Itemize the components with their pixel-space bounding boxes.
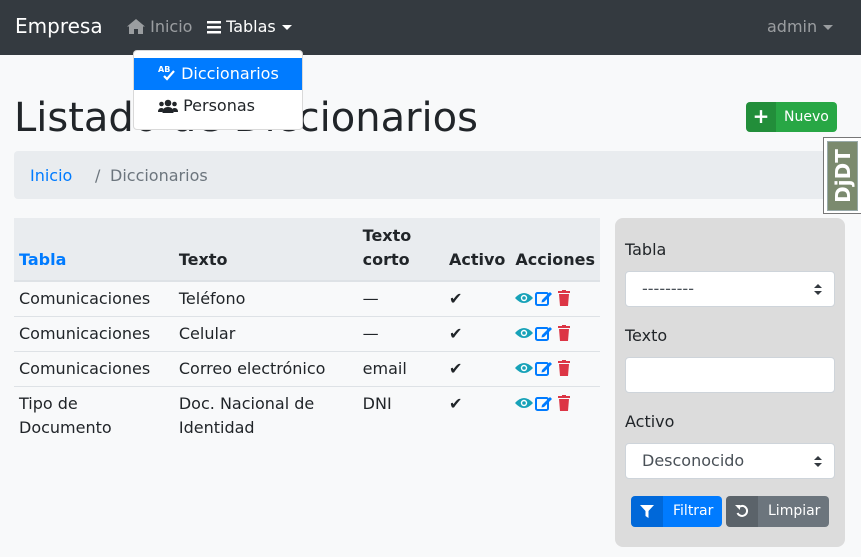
- cell-texto: Teléfono: [173, 280, 358, 317]
- filter-button-label: Filtrar: [673, 503, 714, 519]
- home-icon: [127, 19, 145, 34]
- filter-activo-value: Desconocido: [642, 451, 745, 470]
- filter-icon: [640, 505, 654, 518]
- filter-texto-input[interactable]: [625, 357, 835, 393]
- users-icon: [158, 99, 178, 113]
- cell-texto-corto: —: [357, 316, 444, 352]
- spell-check-icon: AB: [158, 65, 175, 81]
- table-row: Comunicaciones Celular — ✔: [14, 316, 600, 352]
- table-row: Tipo de Documento Doc. Nacional de Ident…: [14, 386, 600, 445]
- cell-acciones: [510, 280, 600, 317]
- bars-icon: [207, 21, 221, 34]
- dropdown-item-label: Diccionarios: [181, 64, 279, 83]
- debug-toolbar-handle[interactable]: DjDT: [823, 137, 861, 214]
- plus-icon: +: [746, 102, 776, 132]
- debug-toolbar-label: DjDT: [831, 149, 855, 203]
- undo-icon: [735, 504, 749, 517]
- edit-icon[interactable]: [535, 325, 553, 341]
- view-icon[interactable]: [515, 360, 534, 376]
- filter-activo-label: Activo: [625, 412, 675, 431]
- filter-button[interactable]: Filtrar: [631, 496, 722, 527]
- delete-icon[interactable]: [555, 325, 573, 341]
- breadcrumb-separator: /: [95, 166, 101, 185]
- cell-acciones: [510, 316, 600, 352]
- dictionary-table: Tabla Texto Texto corto Activo Acciones …: [14, 218, 600, 445]
- dropdown-item-label: Personas: [183, 96, 255, 115]
- filter-tabla-label: Tabla: [625, 240, 667, 259]
- nav-inicio-label: Inicio: [150, 17, 193, 36]
- nav-inicio[interactable]: Inicio: [127, 17, 192, 36]
- column-header-texto: Texto: [173, 218, 358, 282]
- breadcrumb-home[interactable]: Inicio: [30, 166, 72, 185]
- user-menu[interactable]: admin: [767, 17, 834, 36]
- cell-activo: ✔: [443, 351, 511, 387]
- new-button[interactable]: + Nuevo: [746, 102, 837, 132]
- cell-acciones: [510, 386, 600, 445]
- clear-button-label: Limpiar: [768, 503, 821, 519]
- caret-down-icon: [823, 25, 834, 30]
- nav-tablas-label: Tablas: [226, 17, 276, 36]
- filter-icon-box: [631, 496, 663, 527]
- cell-activo: ✔: [443, 386, 511, 445]
- view-icon[interactable]: [515, 395, 534, 411]
- navbar: Empresa Inicio Tablas admin: [0, 0, 861, 55]
- tablas-dropdown-menu: AB Diccionarios Personas: [133, 50, 303, 130]
- view-icon[interactable]: [515, 290, 534, 306]
- delete-icon[interactable]: [555, 290, 573, 306]
- filter-panel: Tabla --------- Texto Activo Desconocido…: [615, 218, 845, 547]
- edit-icon[interactable]: [535, 395, 553, 411]
- user-name: admin: [767, 17, 818, 36]
- clear-button[interactable]: Limpiar: [726, 496, 829, 527]
- table-header-row: Tabla Texto Texto corto Activo Acciones: [14, 218, 600, 282]
- cell-activo: ✔: [443, 280, 511, 317]
- column-header-texto-corto: Texto corto: [357, 218, 444, 282]
- undo-icon-box: [726, 496, 758, 527]
- brand-link[interactable]: Empresa: [15, 14, 103, 38]
- breadcrumb: Inicio / Diccionarios: [14, 151, 836, 199]
- filter-texto-label: Texto: [625, 326, 668, 345]
- table-row: Comunicaciones Correo electrónico email …: [14, 351, 600, 387]
- debug-toolbar-logo: DjDT: [827, 141, 858, 211]
- table-row: Comunicaciones Teléfono — ✔: [14, 280, 600, 317]
- new-button-label: Nuevo: [784, 109, 829, 125]
- cell-activo: ✔: [443, 316, 511, 352]
- svg-text:AB: AB: [158, 65, 170, 74]
- cell-tabla: Comunicaciones: [14, 351, 174, 387]
- edit-icon[interactable]: [535, 360, 553, 376]
- filter-activo-select[interactable]: Desconocido: [625, 443, 835, 479]
- cell-texto: Correo electrónico: [173, 351, 358, 387]
- cell-acciones: [510, 351, 600, 387]
- column-header-tabla[interactable]: Tabla: [14, 218, 174, 282]
- cell-texto: Celular: [173, 316, 358, 352]
- breadcrumb-current: Diccionarios: [110, 166, 208, 185]
- nav-tablas-dropdown[interactable]: Tablas: [207, 17, 292, 36]
- cell-tabla: Comunicaciones: [14, 316, 174, 352]
- column-header-acciones: Acciones: [510, 218, 600, 282]
- select-arrows-icon: [814, 456, 822, 467]
- column-header-activo: Activo: [443, 218, 511, 282]
- delete-icon[interactable]: [555, 395, 573, 411]
- dropdown-item-personas[interactable]: Personas: [134, 90, 302, 122]
- cell-tabla: Comunicaciones: [14, 280, 174, 317]
- select-arrows-icon: [814, 284, 822, 295]
- cell-texto-corto: email: [357, 351, 444, 387]
- cell-tabla: Tipo de Documento: [14, 386, 174, 445]
- delete-icon[interactable]: [555, 360, 573, 376]
- dropdown-item-diccionarios[interactable]: AB Diccionarios: [134, 58, 302, 90]
- cell-texto-corto: DNI: [357, 386, 444, 445]
- view-icon[interactable]: [515, 325, 534, 341]
- cell-texto-corto: —: [357, 280, 444, 317]
- edit-icon[interactable]: [535, 290, 553, 306]
- filter-tabla-value: ---------: [642, 279, 694, 298]
- filter-tabla-select[interactable]: ---------: [625, 271, 835, 307]
- cell-texto: Doc. Nacional de Identidad: [173, 386, 358, 445]
- caret-down-icon: [281, 25, 292, 30]
